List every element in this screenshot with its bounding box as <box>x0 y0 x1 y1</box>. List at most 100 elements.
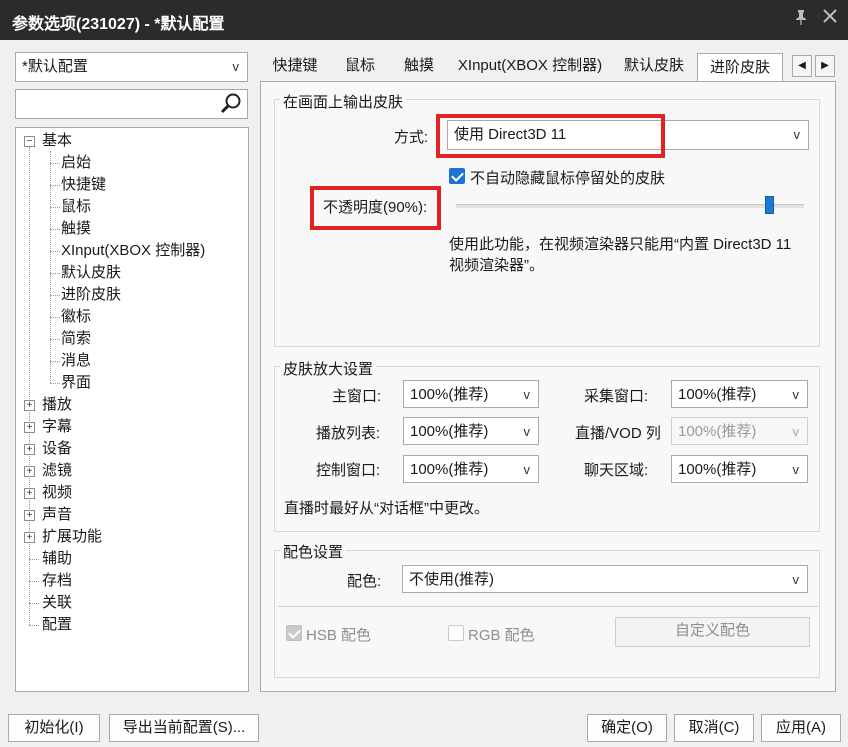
chat-area-zoom-value: 100%(推荐) <box>678 461 757 478</box>
chat-area-zoom-select[interactable]: 100%(推荐) v <box>671 455 808 483</box>
tree-item-section[interactable]: 视频 <box>42 483 72 503</box>
tree-item-child[interactable]: 徽标 <box>61 307 91 327</box>
expand-icon[interactable]: + <box>24 444 35 455</box>
chevron-down-icon: v <box>792 572 800 587</box>
tree-item-section[interactable]: 设备 <box>42 439 72 459</box>
live-vod-zoom-select: 100%(推荐) v <box>671 417 808 445</box>
chevron-down-icon: v <box>523 462 531 477</box>
tab-3[interactable]: XInput(XBOX 控制器) <box>449 52 611 80</box>
tree-item-child[interactable]: 启始 <box>61 153 91 173</box>
color-scheme-value: 不使用(推荐) <box>409 571 494 588</box>
tree-item-section[interactable]: 播放 <box>42 395 72 415</box>
cancel-button[interactable]: 取消(C) <box>674 714 754 742</box>
chevron-down-icon: v <box>793 127 801 142</box>
hsb-color-checkbox <box>286 625 302 641</box>
tree-item-child[interactable]: 默认皮肤 <box>61 263 121 283</box>
output-group-title: 在画面上输出皮肤 <box>280 91 407 112</box>
playlist-label: 播放列表: <box>316 425 381 442</box>
main-window-label: 主窗口: <box>332 388 382 405</box>
title-bar: 参数选项(231027) - *默认配置 <box>0 0 848 40</box>
tree-item-child[interactable]: 进阶皮肤 <box>61 285 121 305</box>
color-scheme-select[interactable]: 不使用(推荐) v <box>402 565 808 593</box>
zoom-group-title: 皮肤放大设置 <box>280 358 377 379</box>
tree-item-child[interactable]: 消息 <box>61 351 91 371</box>
tree-item-child[interactable]: 快捷键 <box>61 175 106 195</box>
expand-icon[interactable]: + <box>24 466 35 477</box>
expand-icon[interactable]: + <box>24 400 35 411</box>
window-title: 参数选项(231027) - *默认配置 <box>12 16 225 33</box>
expand-icon[interactable]: + <box>24 532 35 543</box>
tree-item-leaf[interactable]: 存档 <box>42 571 72 591</box>
capture-window-zoom-select[interactable]: 100%(推荐) v <box>671 380 808 408</box>
hsb-color-label: HSB 配色 <box>306 627 372 644</box>
expand-icon[interactable]: + <box>24 422 35 433</box>
divider <box>278 606 818 607</box>
expand-icon[interactable]: + <box>24 510 35 521</box>
zoom-hint: 直播时最好从“对话框”中更改。 <box>284 500 489 517</box>
close-icon[interactable] <box>822 8 838 29</box>
collapse-icon[interactable]: − <box>24 136 35 147</box>
ok-button[interactable]: 确定(O) <box>587 714 667 742</box>
control-window-zoom-select[interactable]: 100%(推荐) v <box>403 455 539 483</box>
tab-scroll-left-icon[interactable]: ◀ <box>792 55 812 77</box>
apply-button[interactable]: 应用(A) <box>761 714 841 742</box>
initialize-button[interactable]: 初始化(I) <box>8 714 100 742</box>
tree-item-leaf[interactable]: 辅助 <box>42 549 72 569</box>
tab-4[interactable]: 默认皮肤 <box>614 52 694 80</box>
chevron-down-icon: v <box>792 387 800 402</box>
hide-cursor-label: 不自动隐藏鼠标停留处的皮肤 <box>470 170 666 187</box>
highlight-box <box>310 186 441 230</box>
tree-item-child[interactable]: 鼠标 <box>61 197 91 217</box>
profile-select[interactable]: *默认配置 v <box>15 52 248 82</box>
search-icon[interactable] <box>219 92 243 116</box>
search-input[interactable] <box>15 89 248 119</box>
control-window-zoom-value: 100%(推荐) <box>410 461 489 478</box>
capture-window-zoom-value: 100%(推荐) <box>678 386 757 403</box>
rgb-color-label: RGB 配色 <box>468 627 535 644</box>
tree-item-child[interactable]: XInput(XBOX 控制器) <box>61 241 205 261</box>
chevron-down-icon: v <box>792 424 800 439</box>
tree-item-section[interactable]: 声音 <box>42 505 72 525</box>
tree-item-section[interactable]: 字幕 <box>42 417 72 437</box>
chat-area-label: 聊天区域: <box>584 462 649 479</box>
renderer-note-line2: 视频渲染器”。 <box>449 257 544 274</box>
rgb-color-checkbox <box>448 625 464 641</box>
playlist-zoom-select[interactable]: 100%(推荐) v <box>403 417 539 445</box>
hide-cursor-checkbox[interactable] <box>449 168 465 184</box>
profile-select-value: *默认配置 <box>22 58 88 75</box>
capture-window-label: 采集窗口: <box>584 388 649 405</box>
pin-icon[interactable] <box>792 8 810 31</box>
tree-item-section[interactable]: 滤镜 <box>42 461 72 481</box>
chevron-down-icon: v <box>523 424 531 439</box>
tab-5[interactable]: 进阶皮肤 <box>697 53 783 82</box>
opacity-slider-track[interactable] <box>456 204 804 208</box>
tree-item-child[interactable]: 触摸 <box>61 219 91 239</box>
chevron-down-icon: v <box>792 462 800 477</box>
playlist-zoom-value: 100%(推荐) <box>410 423 489 440</box>
tab-2[interactable]: 触摸 <box>392 52 446 80</box>
mode-label: 方式: <box>394 129 429 146</box>
expand-icon[interactable]: + <box>24 488 35 499</box>
export-config-button[interactable]: 导出当前配置(S)... <box>109 714 259 742</box>
main-window-zoom-value: 100%(推荐) <box>410 386 489 403</box>
renderer-note-line1: 使用此功能，在视频渲染器只能用“内置 Direct3D 11 <box>449 236 792 253</box>
tab-1[interactable]: 鼠标 <box>331 52 389 80</box>
tree-item-child[interactable]: 简索 <box>61 329 91 349</box>
tree-item-leaf[interactable]: 关联 <box>42 593 72 613</box>
tree-item-basic[interactable]: 基本 <box>42 131 72 151</box>
tree-item-leaf[interactable]: 配置 <box>42 615 72 635</box>
tab-0[interactable]: 快捷键 <box>262 52 328 80</box>
opacity-slider-thumb[interactable] <box>765 196 775 214</box>
live-vod-zoom-value: 100%(推荐) <box>678 423 757 440</box>
tab-scroll-right-icon[interactable]: ▶ <box>815 55 835 77</box>
color-group-title: 配色设置 <box>280 541 347 562</box>
tree-item-child[interactable]: 界面 <box>61 373 91 393</box>
custom-color-button: 自定义配色 <box>615 617 810 647</box>
settings-tree: − 基本 启始 快捷键 鼠标 触摸 XInput(XBOX 控制器) 默认皮肤 进阶皮肤 徽标… <box>15 127 249 692</box>
control-window-label: 控制窗口: <box>316 462 381 479</box>
main-window-zoom-select[interactable]: 100%(推荐) v <box>403 380 539 408</box>
tree-item-section[interactable]: 扩展功能 <box>42 527 102 547</box>
color-label: 配色: <box>347 573 382 590</box>
chevron-down-icon: v <box>232 59 240 74</box>
chevron-down-icon: v <box>523 387 531 402</box>
